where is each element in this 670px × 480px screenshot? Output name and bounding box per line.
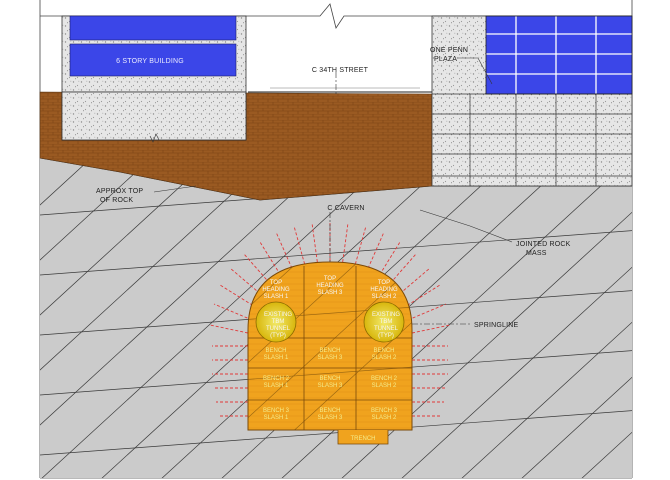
top-heading-3-line3: SLASH 3 bbox=[318, 290, 343, 296]
rock-top-label-line1: APPROX TOP bbox=[96, 188, 143, 195]
top-heading-2-line2: HEADING bbox=[370, 287, 398, 293]
street-surface bbox=[248, 87, 432, 93]
top-heading-1-line3: SLASH 1 bbox=[264, 294, 289, 300]
building-label: 6 STORY BUILDING bbox=[116, 58, 184, 65]
trench-label: TRENCH bbox=[351, 436, 376, 442]
one-penn-label-line2: PLAZA bbox=[434, 56, 457, 63]
tunnel-cavern-cross-section: 6 STORY BUILDING C 34TH STREET ONE PENN … bbox=[39, 0, 633, 479]
bench-r2-c3-line1: BENCH 2 bbox=[371, 376, 398, 382]
one-penn-plaza-building bbox=[431, 15, 633, 187]
bench-r3-c2-line2: SLASH 3 bbox=[318, 415, 343, 421]
jointed-rock-label-line2: MASS bbox=[526, 250, 547, 257]
bench-r1-c3-line1: BENCH bbox=[373, 348, 394, 354]
bench-r1-c3-line2: SLASH 2 bbox=[372, 355, 397, 361]
bench-labels: BENCH SLASH 1 BENCH SLASH 3 BENCH SLASH … bbox=[263, 348, 398, 421]
bench-r1-c2-line2: SLASH 3 bbox=[318, 355, 343, 361]
bench-r1-c2-line1: BENCH bbox=[319, 348, 340, 354]
bench-r3-c3-line2: SLASH 2 bbox=[372, 415, 397, 421]
tbm-left-line3: TUNNEL bbox=[266, 326, 291, 332]
jointed-rock-label-line1: JOINTED ROCK bbox=[516, 241, 571, 248]
top-heading-3-line2: HEADING bbox=[316, 283, 344, 289]
top-heading-1-line2: HEADING bbox=[262, 287, 290, 293]
bench-r1-c1-line1: BENCH bbox=[265, 348, 286, 354]
one-penn-label-line1: ONE PENN bbox=[430, 47, 468, 54]
tbm-right-line2: TBM bbox=[380, 319, 393, 325]
cavern-label: C CAVERN bbox=[327, 205, 364, 212]
bench-r3-c2-line1: BENCH bbox=[319, 408, 340, 414]
top-heading-2-line3: SLASH 2 bbox=[372, 294, 397, 300]
bench-r3-c1-line1: BENCH 3 bbox=[263, 408, 290, 414]
rock-top-label-line2: OF ROCK bbox=[100, 197, 133, 204]
tbm-right-line1: EXISTING bbox=[372, 312, 400, 318]
bench-r2-c3-line2: SLASH 2 bbox=[372, 383, 397, 389]
bench-r3-c1-line2: SLASH 1 bbox=[264, 415, 289, 421]
tbm-right-line3: TUNNEL bbox=[374, 326, 399, 332]
top-heading-3-line1: TOP bbox=[324, 276, 336, 282]
bench-r2-c1-line1: BENCH 2 bbox=[263, 376, 290, 382]
tbm-right-line4: (TYP) bbox=[378, 333, 394, 339]
bench-r2-c2-line2: SLASH 3 bbox=[318, 383, 343, 389]
tbm-left-line4: (TYP) bbox=[270, 333, 286, 339]
springline-label: SPRINGLINE bbox=[474, 322, 519, 329]
bench-r3-c3-line1: BENCH 3 bbox=[371, 408, 398, 414]
bench-r2-c1-line2: SLASH 1 bbox=[264, 383, 289, 389]
top-heading-1-line1: TOP bbox=[270, 280, 282, 286]
bench-r1-c1-line2: SLASH 1 bbox=[264, 355, 289, 361]
tbm-left-line2: TBM bbox=[272, 319, 285, 325]
tbm-left-line1: EXISTING bbox=[264, 312, 292, 318]
top-heading-2-line1: TOP bbox=[378, 280, 390, 286]
street-label: C 34TH STREET bbox=[312, 67, 369, 74]
six-story-building bbox=[61, 15, 247, 143]
bench-r2-c2-line1: BENCH bbox=[319, 376, 340, 382]
